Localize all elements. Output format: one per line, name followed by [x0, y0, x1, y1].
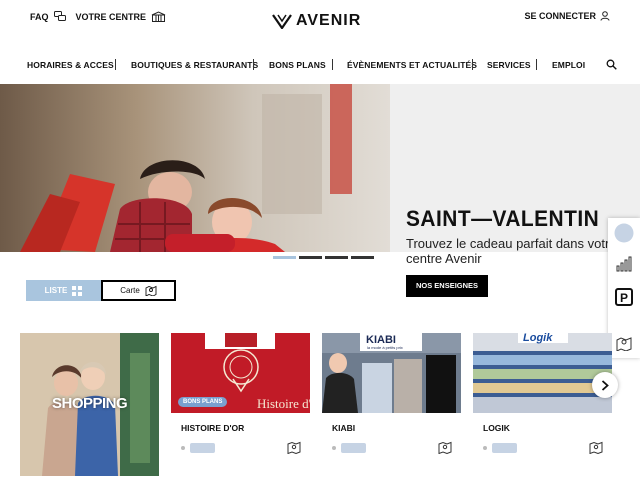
list-view-label: LISTE — [44, 286, 68, 295]
shopping-label: SHOPPING — [52, 395, 128, 412]
quick-access-stats[interactable] — [608, 256, 640, 272]
chevron-right-icon — [601, 379, 609, 391]
status-dot — [332, 446, 336, 450]
store-map-button[interactable] — [287, 441, 301, 459]
grid-icon — [72, 285, 83, 296]
svg-text:P: P — [620, 291, 628, 305]
status-pill — [190, 443, 215, 453]
avatar-circle-icon — [614, 223, 634, 243]
store-name: LOGIK — [483, 423, 510, 433]
map-icon — [287, 441, 301, 455]
search-button[interactable] — [606, 59, 617, 72]
logo-text: AVENIR — [296, 12, 362, 29]
login-link[interactable]: SE CONNECTER — [524, 11, 610, 21]
nav-item-hours[interactable]: HORAIRES & ACCES — [27, 60, 114, 70]
kiabi-storefront-illustration: KIABI la mode à petits prix — [322, 333, 461, 413]
status-pill — [492, 443, 517, 453]
store-map-button[interactable] — [589, 441, 603, 459]
logik-logo-text: Logik — [523, 333, 553, 344]
parking-icon: P — [615, 288, 633, 306]
couple-photo-illustration — [0, 84, 390, 252]
deals-badge: BONS PLANS — [178, 397, 228, 407]
store-image: Logik — [473, 333, 612, 413]
quick-access-panel: P — [608, 218, 640, 358]
map-view-button[interactable]: Carte — [101, 280, 176, 301]
hero-subtitle: Trouvez le cadeau parfait dans votre cen… — [406, 236, 617, 266]
nav-divider — [253, 59, 254, 70]
quick-access-map[interactable] — [608, 336, 640, 351]
store-image: KIABI la mode à petits prix — [322, 333, 461, 413]
carousel-dot[interactable] — [325, 256, 348, 259]
store-name: HISTOIRE D'OR — [181, 423, 245, 433]
carousel-dot[interactable] — [273, 256, 296, 259]
status-dot — [483, 446, 487, 450]
logo-mark-icon — [272, 13, 292, 29]
nav-item-shops[interactable]: BOUTIQUES & RESTAURANTS — [131, 60, 258, 70]
store-sign-text: Histoire d'Or — [257, 396, 310, 411]
logik-storefront-illustration: Logik — [473, 333, 612, 413]
carousel-indicators — [273, 256, 377, 259]
top-bar: FAQ VOTRE CENTRE AVENIR SE CONNECTER — [0, 0, 640, 40]
list-view-button[interactable]: LISTE — [26, 280, 101, 301]
nav-item-events[interactable]: ÉVÈNEMENTS ET ACTUALITÉS — [347, 60, 477, 70]
quick-access-avatar[interactable] — [608, 223, 640, 243]
user-icon — [600, 11, 610, 21]
kiabi-logo-tagline: la mode à petits prix — [367, 345, 403, 350]
bar-chart-icon — [616, 256, 632, 272]
map-icon — [145, 285, 157, 296]
storefront-icon — [151, 11, 166, 22]
map-view-label: Carte — [120, 286, 140, 295]
carousel-dot[interactable] — [351, 256, 374, 259]
store-image: Histoire d'Or BONS PLANS — [171, 333, 310, 413]
top-links: FAQ VOTRE CENTRE — [30, 11, 176, 22]
hero-image — [0, 84, 390, 252]
map-icon — [589, 441, 603, 455]
faq-link[interactable]: FAQ — [30, 11, 66, 22]
map-icon — [438, 441, 452, 455]
faq-label: FAQ — [30, 11, 49, 22]
nav-divider — [536, 59, 537, 70]
nav-divider — [115, 59, 116, 70]
nav-item-jobs[interactable]: EMPLOI — [552, 60, 585, 70]
store-name: KIABI — [332, 423, 356, 433]
search-icon — [606, 59, 617, 70]
carousel-dot[interactable] — [299, 256, 322, 259]
your-center-link[interactable]: VOTRE CENTRE — [76, 11, 167, 22]
nav-item-services[interactable]: SERVICES — [487, 60, 531, 70]
chat-bubbles-icon — [53, 11, 66, 21]
store-map-button[interactable] — [438, 441, 452, 459]
site-logo[interactable]: AVENIR — [272, 12, 361, 30]
shopping-promo-tile[interactable]: SHOPPING — [20, 333, 159, 476]
quick-access-parking[interactable]: P — [608, 288, 640, 306]
hero-title: SAINT—VALENTIN — [406, 206, 600, 231]
status-dot — [181, 446, 185, 450]
our-stores-button[interactable]: NOS ENSEIGNES — [406, 275, 488, 297]
hero-banner[interactable]: SAINT—VALENTIN Trouvez le cadeau parfait… — [0, 84, 640, 297]
login-label: SE CONNECTER — [524, 11, 596, 21]
status-pill — [341, 443, 366, 453]
nav-divider — [472, 59, 473, 70]
carousel-next-button[interactable] — [592, 372, 618, 398]
main-nav: HORAIRES & ACCES BOUTIQUES & RESTAURANTS… — [0, 56, 640, 76]
nav-divider — [332, 59, 333, 70]
your-center-label: VOTRE CENTRE — [75, 11, 147, 22]
nav-item-deals[interactable]: BONS PLANS — [269, 60, 326, 70]
map-pin-icon — [616, 337, 632, 351]
